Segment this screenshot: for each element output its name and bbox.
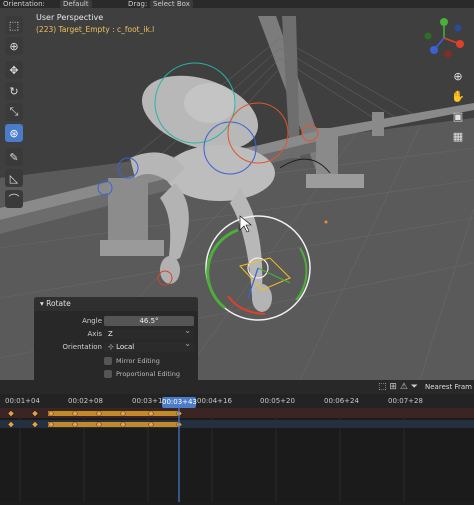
rotate-icon[interactable]: ↻: [5, 82, 23, 100]
ruler-tick: 00:03+1: [132, 397, 163, 405]
measure-icon[interactable]: ◺: [5, 169, 23, 187]
active-object-label: (223) Target_Empty : c_foot_ik.l: [36, 25, 155, 34]
transform-icon[interactable]: ⊛: [5, 124, 23, 142]
cursor-icon[interactable]: ⊕: [5, 37, 23, 55]
snap-mode-dropdown[interactable]: Nearest Fram: [425, 383, 472, 391]
ruler-tick: 00:02+08: [68, 397, 103, 405]
timeline-tracks[interactable]: [0, 408, 474, 502]
keyframe-area: [0, 408, 474, 502]
ruler-tick: 00:06+24: [324, 397, 359, 405]
move-icon[interactable]: ✥: [5, 61, 23, 79]
annotate-icon[interactable]: ✎: [5, 148, 23, 166]
ruler-tick: 00:01+04: [5, 397, 40, 405]
timeline-tools: ⬚ ⊞ ⚠ ⏷: [378, 382, 418, 392]
current-frame-indicator[interactable]: 00:03+43: [162, 397, 197, 408]
camera-icon[interactable]: ▣: [450, 108, 466, 124]
drag-dropdown[interactable]: Select Box: [150, 0, 193, 8]
view-title: User Perspective: [36, 13, 104, 22]
mirror-editing-checkbox[interactable]: [104, 357, 112, 365]
timeline-ruler[interactable]: 00:01+04 00:02+08 00:03+1 00:04+16 00:05…: [0, 394, 474, 408]
drag-label: Drag:: [128, 0, 148, 8]
zoom-icon[interactable]: ⊕: [450, 68, 466, 84]
orientation-label: Orientation: [62, 343, 102, 351]
orientation-dropdown[interactable]: Default: [60, 0, 92, 8]
snap-icon[interactable]: ⊞: [389, 382, 397, 392]
orientation-row: Orientation ⊹ Local: [34, 339, 198, 353]
ruler-tick: 00:05+20: [260, 397, 295, 405]
bone-roll-icon[interactable]: ⌒: [5, 190, 23, 208]
orientation-value: Local: [116, 343, 135, 351]
panel-title: Rotate: [46, 299, 71, 308]
ruler-tick: 00:04+16: [197, 397, 232, 405]
orientation-label: Orientation:: [3, 0, 45, 8]
proportional-editing-checkbox[interactable]: [104, 370, 112, 378]
angle-field[interactable]: 46.5°: [104, 316, 194, 326]
3d-viewport[interactable]: User Perspective (223) Target_Empty : c_…: [0, 8, 474, 380]
panel-header[interactable]: ▾ Rotate: [34, 297, 198, 311]
ruler-tick: 00:07+28: [388, 397, 423, 405]
scale-icon[interactable]: ⤡: [5, 103, 23, 121]
warning-icon[interactable]: ⚠: [400, 382, 408, 392]
axis-dropdown[interactable]: Z: [104, 326, 194, 339]
select-box-icon[interactable]: ⬚: [5, 16, 23, 34]
header-bar: Orientation: Default Drag: Select Box: [0, 0, 474, 8]
local-axes-icon: ⊹: [108, 343, 117, 351]
axis-label: Axis: [87, 330, 102, 338]
grid-icon[interactable]: ▦: [450, 128, 466, 144]
filter-icon[interactable]: ⏷: [411, 382, 418, 392]
angle-label: Angle: [82, 317, 102, 325]
navigation-gizmo[interactable]: [420, 14, 468, 62]
timeline-header: ⬚ ⊞ ⚠ ⏷ Nearest Fram: [0, 380, 474, 394]
hand-pan-icon[interactable]: ✋: [450, 88, 466, 104]
select-icon[interactable]: ⬚: [378, 382, 387, 392]
orientation-dropdown[interactable]: ⊹ Local: [104, 339, 194, 352]
angle-row: Angle 46.5°: [34, 316, 198, 327]
proportional-editing-label: Proportional Editing: [116, 370, 181, 378]
tool-bar: ⬚ ⊕ ✥ ↻ ⤡ ⊛ ✎ ◺ ⌒: [5, 16, 25, 211]
mirror-editing-label: Mirror Editing: [116, 357, 160, 365]
redo-panel: ▾ Rotate Angle 46.5° Axis Z Orientation …: [34, 297, 198, 380]
axis-row: Axis Z: [34, 326, 198, 340]
